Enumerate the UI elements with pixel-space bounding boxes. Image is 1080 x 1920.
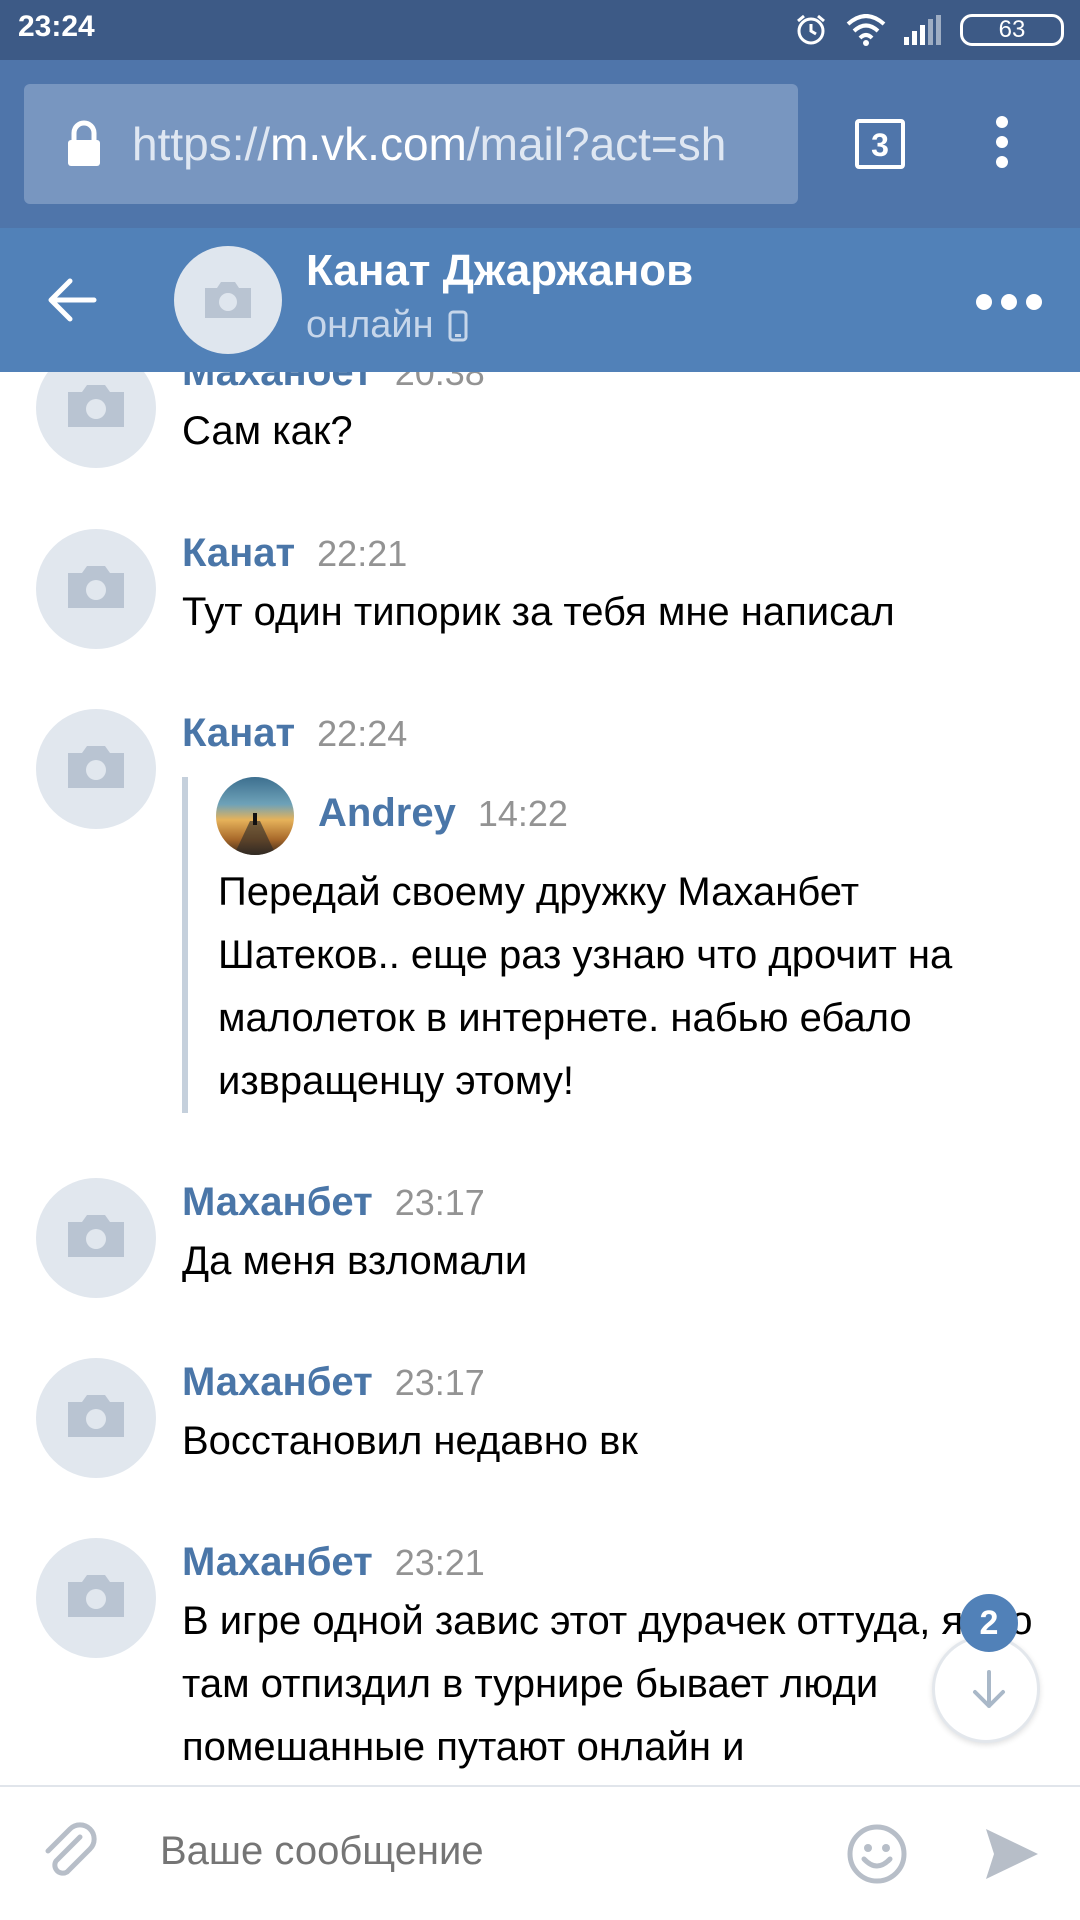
wifi-icon [846,14,886,46]
message-list[interactable]: Маханбет 20:38 Сам как? Канат 22:21 Тут од… [0,372,1080,1785]
arrow-down-icon [973,1670,1005,1708]
message-text: Восстановил недавно вк [182,1419,638,1463]
message-time: 22:21 [317,533,408,574]
road-photo [234,813,276,855]
message-time: 23:17 [394,1362,485,1403]
camera-icon [68,1215,124,1257]
message-text: Сам как? [182,409,353,453]
forwarded-message[interactable]: Andrey 14:22 Передай своему дружку Маханб… [182,777,1032,1113]
message-composer [0,1785,1080,1920]
tabs-button[interactable]: 3 [855,119,905,169]
status-icons: 63 [794,10,1064,50]
url-text: https://m.vk.com/mail?act=sh [132,112,782,176]
sender-avatar[interactable] [36,1358,156,1478]
camera-icon [205,282,251,318]
message-text: Тут один типорик за тебя мне написал [182,590,895,634]
message-time: 20:38 [394,372,485,393]
status-bar: 23:24 63 [0,0,1080,60]
sender-avatar[interactable] [36,1538,156,1658]
camera-icon [68,566,124,608]
browser-toolbar: https://m.vk.com/mail?act=sh 3 [0,60,1080,228]
back-icon[interactable] [44,272,100,328]
camera-icon [68,746,124,788]
message-text: Да меня взломали [182,1239,528,1283]
alarm-icon [797,14,825,45]
send-icon[interactable] [984,1827,1040,1881]
contact-status-text: онлайн [306,304,434,346]
url-host: m.vk.com [270,118,467,170]
message-author[interactable]: Маханбет 23:17 [182,1180,485,1225]
message-time: 23:21 [394,1542,485,1583]
emoji-icon[interactable] [846,1823,908,1885]
camera-icon [68,1575,124,1617]
forwarded-author[interactable]: Andrey 14:22 [318,791,568,836]
message-text: В игре одной завис этот дурачек оттуда, … [182,1599,1033,1769]
menu-icon[interactable] [996,116,1008,176]
contact-status: онлайн [306,304,468,347]
url-path: /mail?act=sh [466,118,727,170]
contact-avatar[interactable] [174,246,282,354]
sender-avatar[interactable] [36,372,156,468]
sender-avatar[interactable] [36,709,156,829]
lock-icon [68,120,100,166]
message-author[interactable]: Канат 22:24 [182,711,407,756]
camera-icon [68,1395,124,1437]
signal-icon [904,15,941,45]
message-author[interactable]: Маханбет 23:17 [182,1360,485,1405]
forwarded-text: Передай своему дружку Маханбет Шатеков..… [218,870,953,1103]
new-messages-badge[interactable]: 2 [960,1594,1018,1652]
url-field[interactable]: https://m.vk.com/mail?act=sh [24,84,798,204]
message-author[interactable]: Маханбет 20:38 [182,372,485,395]
message-author[interactable]: Маханбет 23:21 [182,1540,485,1585]
chat-header: Канат Джаржанов онлайн [0,228,1080,372]
sender-avatar[interactable] [36,1178,156,1298]
url-prefix: https:// [132,118,271,170]
battery-indicator: 63 [960,14,1064,46]
message-input[interactable] [160,1811,780,1891]
forwarded-time: 14:22 [477,793,568,834]
message-time: 22:24 [317,713,408,754]
message-time: 23:17 [394,1182,485,1223]
phone-icon [448,310,468,341]
forwarded-avatar[interactable] [216,777,294,855]
contact-name[interactable]: Канат Джаржанов [306,246,693,296]
more-icon[interactable] [976,294,1042,310]
status-time: 23:24 [18,10,95,43]
sender-avatar[interactable] [36,529,156,649]
attach-icon[interactable] [36,1819,102,1885]
camera-icon [68,385,124,427]
message-author[interactable]: Канат 22:21 [182,531,407,576]
